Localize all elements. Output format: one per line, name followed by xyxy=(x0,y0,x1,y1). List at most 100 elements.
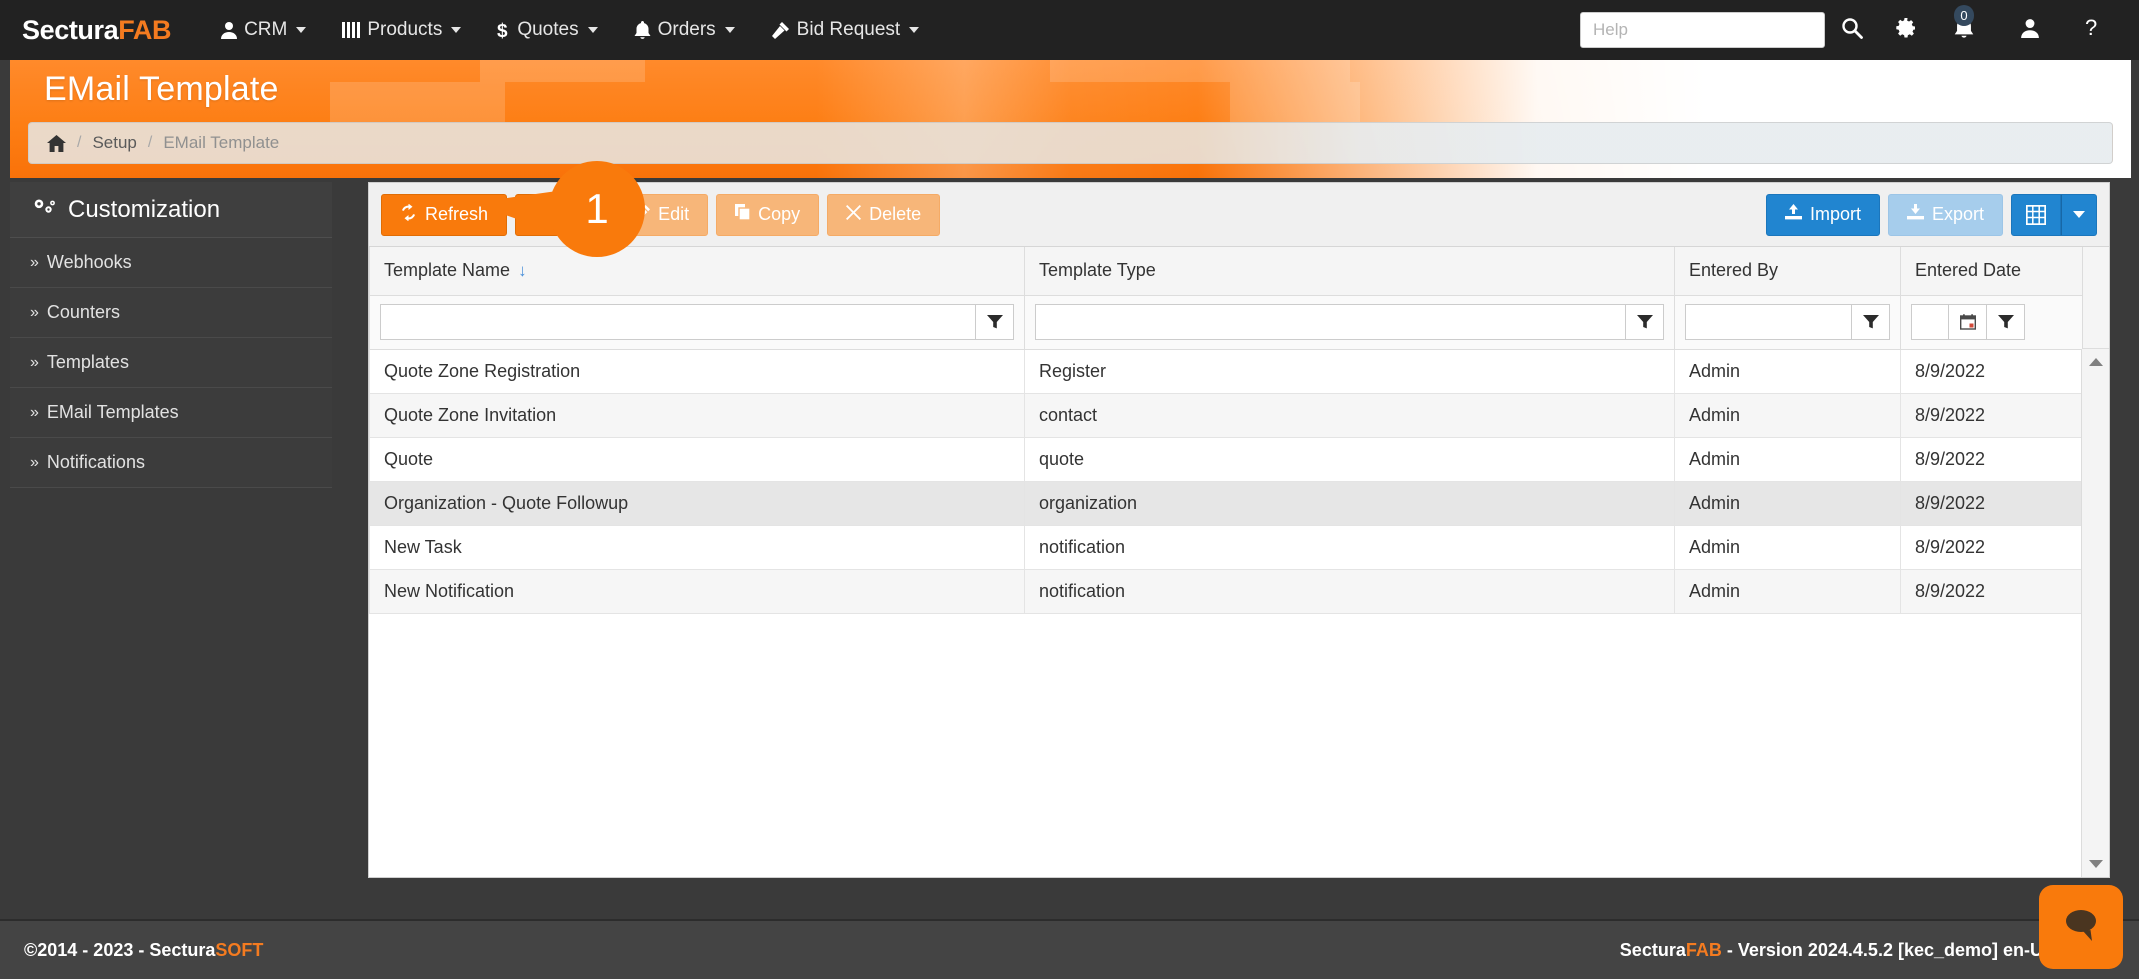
gears-icon xyxy=(30,195,56,224)
version-details: - Version 2024.4.5.2 [kec_demo] en-US xyxy=(1721,939,2055,960)
nav-label-bid-request: Bid Request xyxy=(796,19,901,40)
add-label: Add xyxy=(557,204,590,224)
copy-label: Copy xyxy=(758,204,801,224)
cell-entered-date: 8/9/2022 xyxy=(1900,348,2084,394)
filler-cell xyxy=(1024,613,1675,614)
grid-options-group xyxy=(2011,193,2097,236)
nav-item-crm[interactable]: CRM xyxy=(203,0,324,60)
column-header-template-name[interactable]: Template Name ↓ xyxy=(369,247,1025,296)
filter-icon-entered-date[interactable] xyxy=(1987,304,2025,340)
copyright-main: ©2014 - 2023 - Sectura xyxy=(24,939,216,960)
pencil-icon xyxy=(635,204,651,225)
data-grid: Template Name ↓ Template Type Entered By xyxy=(369,247,2109,877)
chat-bubble-icon xyxy=(2061,906,2101,949)
navbar-menu: CRM Products $ Quotes Orders Bid Request xyxy=(203,0,937,60)
toolbar-right-group: Import Export xyxy=(1765,193,2097,236)
cell-entered-date: 8/9/2022 xyxy=(1900,568,2084,614)
search-button[interactable] xyxy=(1825,0,1879,60)
filter-icon-template-name[interactable] xyxy=(976,304,1014,340)
chevron-down-icon xyxy=(296,27,307,33)
nav-item-orders[interactable]: Orders xyxy=(616,0,753,60)
brand-suffix: FAB xyxy=(118,14,172,45)
cell-template-type: notification xyxy=(1024,524,1675,570)
page-header: EMail Template / Setup / EMail Template xyxy=(10,60,2131,178)
chevron-down-icon xyxy=(2073,211,2085,218)
sidebar-item-templates[interactable]: » Templates xyxy=(10,338,332,388)
notifications-button[interactable]: 0 xyxy=(1933,0,1999,60)
column-header-template-type[interactable]: Template Type xyxy=(1024,247,1675,296)
import-button[interactable]: Import xyxy=(1765,193,1880,236)
copyright-text: ©2014 - 2023 - SecturaSOFT xyxy=(24,940,263,961)
page-title: EMail Template xyxy=(44,70,279,108)
breadcrumb: / Setup / EMail Template xyxy=(28,122,2113,164)
chat-support-button[interactable] xyxy=(2039,885,2123,969)
filter-input-template-type[interactable] xyxy=(1035,304,1626,340)
user-menu-button[interactable] xyxy=(1999,0,2065,60)
refresh-button[interactable]: Refresh xyxy=(381,193,508,236)
cell-entered-by: Admin xyxy=(1674,392,1901,438)
filter-input-entered-date[interactable] xyxy=(1911,304,1949,340)
filter-cell-template-name xyxy=(369,294,1025,350)
home-icon[interactable] xyxy=(47,134,66,152)
brand-prefix: Sectura xyxy=(22,14,119,45)
user-icon xyxy=(2021,18,2039,43)
dollar-icon: $ xyxy=(497,21,510,40)
sidebar-item-label: Notifications xyxy=(46,452,145,472)
gear-icon xyxy=(1895,17,1917,44)
svg-text:?: ? xyxy=(2085,16,2097,40)
table-row[interactable]: New Task notification Admin 8/9/2022 xyxy=(369,524,2084,570)
table-row[interactable]: Quote Zone Registration Register Admin 8/9/… xyxy=(369,348,2084,394)
grid-options-dropdown-button[interactable] xyxy=(2061,193,2097,236)
add-button[interactable]: Add xyxy=(515,193,609,236)
table-body: Quote Zone Registration Register Admin 8/9/… xyxy=(369,348,2084,614)
scroll-down-arrow-icon[interactable] xyxy=(2082,851,2109,877)
table-row[interactable]: Quote quote Admin 8/9/2022 xyxy=(369,436,2084,482)
sidebar-item-counters[interactable]: » Counters xyxy=(10,288,332,338)
brand-logo[interactable]: SecturaFAB xyxy=(22,15,171,46)
close-x-icon xyxy=(846,204,862,225)
cell-template-type: notification xyxy=(1024,568,1675,614)
sidebar-item-label: Webhooks xyxy=(46,252,132,272)
sidebar-item-notifications[interactable]: » Notifications xyxy=(10,438,332,488)
filter-icon-template-type[interactable] xyxy=(1626,304,1664,340)
gavel-icon xyxy=(771,21,790,40)
table-row[interactable]: Quote Zone Invitation contact Admin 8/9/202… xyxy=(369,392,2084,438)
table-header-row: Template Name ↓ Template Type Entered By xyxy=(369,247,2084,296)
scroll-up-arrow-icon[interactable] xyxy=(2082,349,2109,375)
cell-entered-by: Admin xyxy=(1674,436,1901,482)
help-search-input[interactable] xyxy=(1580,12,1825,48)
table-filler-row xyxy=(369,613,2084,614)
settings-button[interactable] xyxy=(1879,0,1933,60)
column-header-entered-date[interactable]: Entered Date xyxy=(1900,247,2084,296)
export-button: Export xyxy=(1887,193,2003,236)
banner-streak xyxy=(480,60,645,82)
column-header-entered-by[interactable]: Entered By xyxy=(1674,247,1901,296)
sidebar-item-email-templates[interactable]: » EMail Templates xyxy=(10,388,332,438)
grid-vertical-scrollbar[interactable] xyxy=(2081,247,2109,877)
help-button[interactable]: ? xyxy=(2065,0,2119,60)
email-template-table: Template Name ↓ Template Type Entered By xyxy=(369,247,2084,614)
breadcrumb-item-setup[interactable]: Setup xyxy=(92,133,136,153)
import-label: Import xyxy=(1809,204,1861,224)
nav-item-bid-request[interactable]: Bid Request xyxy=(753,0,938,60)
sidebar-item-label: EMail Templates xyxy=(46,402,179,422)
version-brand-accent: FAB xyxy=(1685,939,1722,960)
table-row[interactable]: Organization - Quote Followup organizatio… xyxy=(369,480,2084,526)
copyright-accent: SOFT xyxy=(215,939,264,960)
filter-icon-entered-by[interactable] xyxy=(1852,304,1890,340)
cell-template-type: contact xyxy=(1024,392,1675,438)
filter-input-entered-by[interactable] xyxy=(1685,304,1852,340)
table-row[interactable]: New Notification notification Admin 8/9/202… xyxy=(369,568,2084,614)
filter-input-template-name[interactable] xyxy=(380,304,976,340)
cell-entered-date: 8/9/2022 xyxy=(1900,436,2084,482)
refresh-icon xyxy=(400,203,417,226)
search-icon xyxy=(1841,17,1863,44)
sidebar-item-webhooks[interactable]: » Webhooks xyxy=(10,238,332,288)
nav-item-products[interactable]: Products xyxy=(324,0,479,60)
chevron-down-icon xyxy=(724,27,735,33)
calendar-icon[interactable] xyxy=(1949,304,1987,340)
delete-button: Delete xyxy=(827,193,941,236)
table-grid-icon[interactable] xyxy=(2011,193,2061,236)
content-panel: Refresh Add Edit Copy Delete Import Expo… xyxy=(368,161,2110,878)
nav-item-quotes[interactable]: $ Quotes xyxy=(479,0,615,60)
